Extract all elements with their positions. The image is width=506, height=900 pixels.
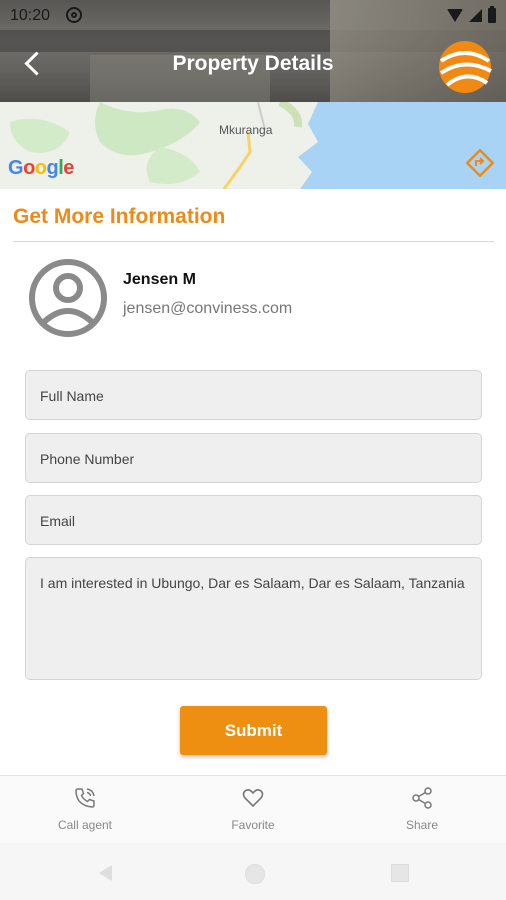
status-bar: 10:20 <box>0 0 506 32</box>
map-view[interactable]: Mkuranga Google <box>0 102 506 189</box>
agent-email: jensen@conviness.com <box>123 300 293 317</box>
notification-icon <box>66 7 82 23</box>
status-time: 10:20 <box>10 7 51 24</box>
favorite-tab[interactable]: Favorite <box>193 776 313 844</box>
nav-recent-icon[interactable] <box>391 864 409 882</box>
agent-name: Jensen M <box>123 271 196 288</box>
signal-icon <box>469 9 482 22</box>
avatar-icon <box>29 259 107 337</box>
bottom-action-bar: Call agent Favorite Share <box>0 775 506 844</box>
call-agent-tab[interactable]: Call agent <box>25 776 145 844</box>
phone-icon <box>75 788 95 808</box>
google-logo: Google <box>8 157 74 179</box>
email-input[interactable]: Email <box>25 495 482 545</box>
directions-icon[interactable] <box>466 149 494 177</box>
battery-icon <box>488 6 496 23</box>
submit-button[interactable]: Submit <box>180 706 327 755</box>
favorite-label: Favorite <box>231 818 275 832</box>
call-agent-label: Call agent <box>57 818 113 832</box>
message-textarea[interactable]: I am interested in Ubungo, Dar es Salaam… <box>25 557 482 680</box>
section-title: Get More Information <box>13 205 226 228</box>
map-place-label: Mkuranga <box>219 123 273 137</box>
nav-home-icon[interactable] <box>245 864 265 884</box>
share-label: Share <box>405 818 439 832</box>
section-divider <box>13 241 494 242</box>
share-tab[interactable]: Share <box>362 776 482 844</box>
wifi-icon <box>447 9 463 22</box>
share-icon <box>412 787 432 809</box>
app-logo-icon <box>439 41 492 93</box>
heart-icon <box>242 789 264 808</box>
nav-back-icon[interactable] <box>99 865 112 881</box>
phone-number-input[interactable]: Phone Number <box>25 433 482 483</box>
page-title: Property Details <box>172 52 334 75</box>
full-name-input[interactable]: Full Name <box>25 370 482 420</box>
